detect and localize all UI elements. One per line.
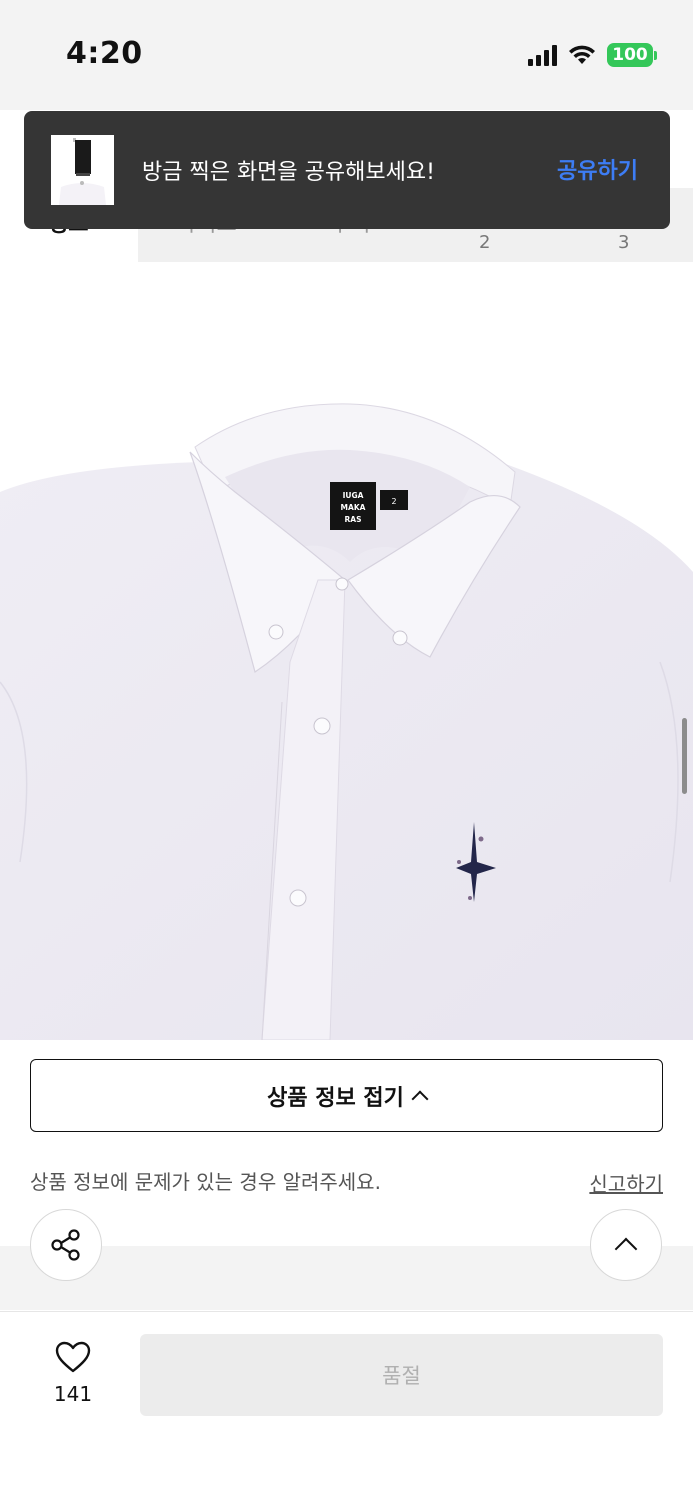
heart-icon (55, 1341, 91, 1373)
label-line-1: IUGA (343, 491, 364, 500)
section-divider (0, 1246, 693, 1310)
report-link[interactable]: 신고하기 (589, 1168, 663, 1197)
like-button[interactable]: 141 (40, 1340, 106, 1406)
shirt-image: IUGA MAKA RAS 2 (0, 403, 693, 1040)
collapse-label: 상품 정보 접기 (267, 1085, 404, 1111)
toast-message: 방금 찍은 화면을 공유해보세요! (142, 160, 435, 185)
status-icons: 100 (528, 40, 657, 70)
wifi-icon (569, 45, 595, 64)
scroll-to-top-button[interactable] (590, 1209, 662, 1281)
status-time: 4:20 (66, 36, 143, 71)
tab-count-a: 2 (479, 232, 491, 253)
report-prompt: 상품 정보에 문제가 있는 경우 알려주세요. (30, 1170, 381, 1194)
soldout-button[interactable]: 품절 (140, 1334, 663, 1416)
chevron-up-icon (614, 1237, 638, 1261)
like-count: 141 (53, 1382, 93, 1406)
share-button[interactable] (30, 1209, 102, 1281)
label-line-2: MAKA (341, 503, 366, 512)
share-toast: 방금 찍은 화면을 공유해보세요! 공유하기 (24, 111, 670, 229)
chevron-up-icon (411, 1090, 429, 1107)
product-image: IUGA MAKA RAS 2 (0, 262, 693, 1040)
share-icon (51, 1229, 80, 1261)
size-tag: 2 (391, 497, 396, 506)
cellular-signal-icon (528, 44, 557, 66)
battery-level: 100 (607, 43, 653, 67)
collapse-product-info-button[interactable]: 상품 정보 접기 (30, 1059, 663, 1132)
label-line-3: RAS (345, 515, 362, 524)
screenshot-thumbnail[interactable] (51, 135, 114, 205)
status-bar: 4:20 100 (0, 0, 693, 110)
bottom-action-bar: 141 품절 (0, 1311, 693, 1500)
tab-count-b: 3 (618, 232, 630, 253)
scrollbar-thumb[interactable] (682, 718, 687, 794)
toast-share-button[interactable]: 공유하기 (557, 153, 638, 185)
battery-icon: 100 (607, 43, 657, 67)
